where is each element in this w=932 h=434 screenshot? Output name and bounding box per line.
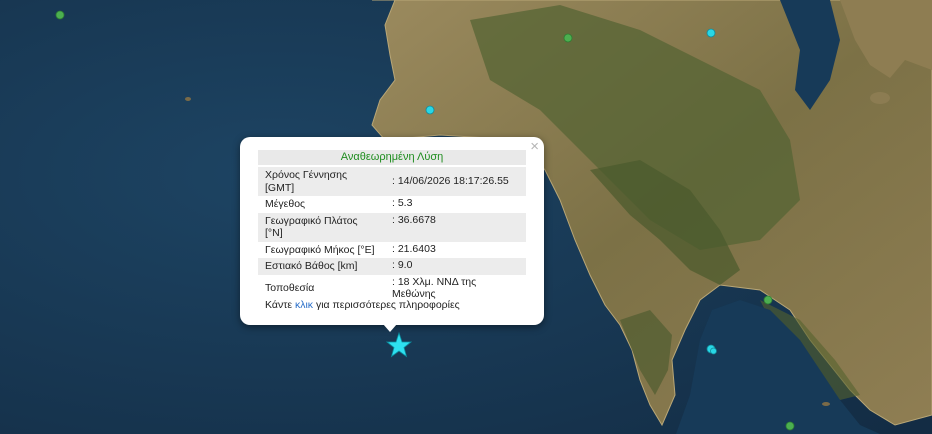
table-row: Μέγεθος : 5.3 <box>258 196 526 213</box>
row-label: Γεωγραφικό Μήκος [°E] <box>265 243 375 256</box>
earthquake-marker-green-icon[interactable] <box>563 33 573 43</box>
row-value: : 36.6678 <box>385 212 526 242</box>
row-label: Γεωγραφικό Πλάτος [°N] <box>258 212 385 242</box>
table-row: Εστιακό Βάθος [km] : 9.0 <box>258 258 526 275</box>
popup-pointer <box>383 324 397 332</box>
island <box>870 92 890 104</box>
table-row: Χρόνος Γέννησης [GMT] : 14/06/2026 18:17… <box>258 167 526 196</box>
row-value: : 14/06/2026 18:17:26.55 <box>385 167 526 196</box>
island-small <box>185 97 191 101</box>
row-label: Μέγεθος <box>265 198 306 210</box>
row-label: Τοποθεσία <box>265 281 315 294</box>
row-value: : 5.3 <box>392 197 413 209</box>
earthquake-marker-cyan-icon[interactable] <box>706 28 716 38</box>
earthquake-info-popup: × Αναθεωρημένη Λύση Χρόνος Γέννησης [GMT… <box>240 137 544 325</box>
earthquake-marker-green-icon[interactable] <box>785 421 795 431</box>
row-value: : 18 Χλμ. ΝΝΔ της Μεθώνης <box>392 275 477 301</box>
island-small-2 <box>822 402 830 406</box>
row-label: Εστιακό Βάθος [km] <box>258 258 385 275</box>
table-row: Γεωγραφικό Πλάτος [°N] : 36.6678 <box>258 212 526 242</box>
earthquake-marker-green-icon[interactable] <box>763 295 773 305</box>
row-value: : 21.6403 <box>392 242 436 255</box>
close-icon[interactable]: × <box>530 139 539 155</box>
earthquake-marker-green-icon[interactable] <box>55 10 65 20</box>
more-info-link[interactable]: κλικ <box>295 299 313 311</box>
more-info-text: Κάντε κλικ για περισσότερες πληροφορίες <box>265 299 460 311</box>
row-value: : 9.0 <box>385 258 526 275</box>
table-row: Τοποθεσία : 18 Χλμ. ΝΝΔ της Μεθώνης <box>258 275 526 302</box>
epicenter-star-icon[interactable] <box>386 332 412 358</box>
table-row: Γεωγραφικό Μήκος [°E] : 21.6403 <box>258 242 526 259</box>
more-suffix: για περισσότερες πληροφορίες <box>313 299 460 311</box>
earthquake-info-table: Χρόνος Γέννησης [GMT] : 14/06/2026 18:17… <box>258 167 526 302</box>
more-prefix: Κάντε <box>265 299 295 311</box>
row-label: Χρόνος Γέννησης [GMT] <box>258 167 385 196</box>
popup-title: Αναθεωρημένη Λύση <box>258 150 526 165</box>
earthquake-marker-cyan-icon[interactable] <box>706 344 718 356</box>
earthquake-marker-cyan-icon[interactable] <box>425 105 435 115</box>
